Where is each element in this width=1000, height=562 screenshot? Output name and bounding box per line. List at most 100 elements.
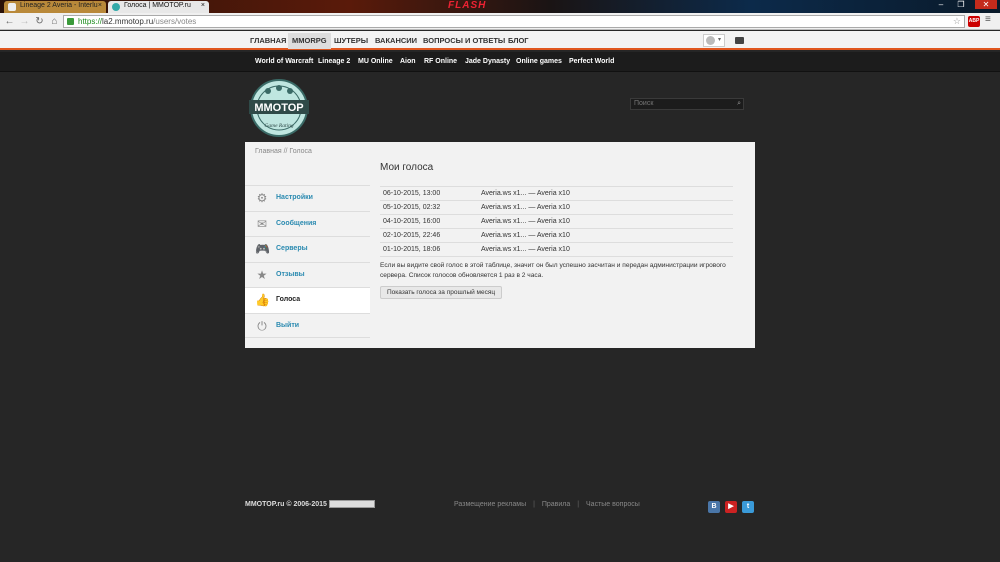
votes-note: Если вы видите свой голос в этой таблице… — [380, 262, 726, 279]
mail-icon[interactable] — [735, 37, 744, 44]
url-path: /users/votes — [153, 17, 197, 26]
subnav-lineage2[interactable]: Lineage 2 — [318, 58, 350, 65]
close-tab-icon[interactable]: × — [201, 2, 205, 9]
page-icon — [8, 3, 16, 11]
nav-blog[interactable]: БЛОГ — [508, 36, 529, 45]
vote-server[interactable]: Averia.ws x1... — Averia x10 — [478, 215, 733, 229]
nav-vacancies[interactable]: ВАКАНСИИ — [375, 36, 417, 45]
sidebar-item-reviews[interactable]: ★ Отзывы — [245, 261, 370, 288]
search-input[interactable]: Поиск ⌕ — [630, 98, 744, 110]
vote-server[interactable]: Averia.ws x1... — Averia x10 — [478, 187, 733, 201]
url-scheme: https:// — [78, 17, 103, 26]
counter-badge[interactable] — [329, 500, 375, 508]
browser-theme-banner: FLASH — [448, 0, 487, 11]
vote-server[interactable]: Averia.ws x1... — Averia x10 — [478, 243, 733, 257]
sidebar-item-label: Отзывы — [276, 270, 305, 278]
footer-separator: | — [577, 501, 580, 508]
browser-tab-mmotop[interactable]: Голоса | MMOTOP.ru × — [108, 1, 209, 13]
gamepad-icon: 🎮 — [255, 242, 270, 256]
show-previous-month-button[interactable]: Показать голоса за прошлый месяц — [380, 286, 503, 299]
games-sub-nav: World of Warcraft Lineage 2 MU Online Ai… — [0, 52, 1000, 72]
envelope-icon: ✉ — [256, 216, 268, 231]
copyright: MMOTOP.ru © 2006-2015 — [245, 501, 327, 508]
search-icon[interactable]: ⌕ — [737, 100, 741, 108]
youtube-icon[interactable]: ▶ — [725, 501, 737, 513]
twitter-icon[interactable]: t — [742, 501, 754, 513]
table-row: 05-10-2015, 02:32 Averia.ws x1... — Aver… — [380, 200, 733, 215]
home-icon[interactable]: ⌂ — [48, 15, 61, 28]
site-footer: MMOTOP.ru © 2006-2015 Размещение рекламы… — [245, 498, 755, 518]
subnav-wow[interactable]: World of Warcraft — [255, 58, 313, 65]
restore-icon[interactable]: ❐ — [953, 0, 969, 9]
subnav-aion[interactable]: Aion — [400, 58, 416, 65]
nav-shooters[interactable]: ШУТЕРЫ — [334, 36, 368, 45]
browser-tab-bar: Lineage 2 Averia - Interlu × Голоса | MM… — [0, 0, 1000, 13]
nav-faq[interactable]: ВОПРОСЫ И ОТВЕТЫ — [423, 36, 505, 45]
votes-table: 06-10-2015, 13:00 Averia.ws x1... — Aver… — [380, 186, 733, 257]
reload-icon[interactable]: ↻ — [33, 15, 46, 28]
nav-mmorpg[interactable]: MMORPG — [288, 33, 331, 49]
back-icon[interactable]: ← — [3, 15, 16, 28]
logo-title: MMOTOP — [254, 102, 303, 114]
close-window-icon[interactable]: ✕ — [975, 0, 997, 9]
chevron-down-icon: ▾ — [718, 37, 722, 43]
mmotop-favicon-icon — [112, 3, 120, 11]
table-row: 01-10-2015, 18:06 Averia.ws x1... — Aver… — [380, 242, 733, 257]
sidebar-item-logout[interactable]: ⏻ Выйти — [245, 312, 370, 338]
footer-link-ads[interactable]: Размещение рекламы — [454, 501, 526, 508]
vote-date: 01-10-2015, 18:06 — [383, 246, 441, 253]
sidebar-item-label: Настройки — [276, 194, 313, 201]
subnav-mu-online[interactable]: MU Online — [358, 58, 393, 65]
subnav-jade-dynasty[interactable]: Jade Dynasty — [465, 58, 510, 65]
vote-server[interactable]: Averia.ws x1... — Averia x10 — [478, 229, 733, 243]
account-sidebar: ⚙ Настройки ✉ Сообщения 🎮 Серверы ★ Отзы… — [245, 185, 370, 338]
sidebar-item-servers[interactable]: 🎮 Серверы — [245, 236, 370, 262]
forward-icon[interactable]: → — [18, 15, 31, 28]
star-icon: ★ — [256, 267, 268, 282]
close-tab-icon[interactable]: × — [98, 2, 102, 9]
sidebar-item-votes[interactable]: 👍 Голоса — [245, 287, 370, 313]
nav-home[interactable]: ГЛАВНАЯ — [250, 36, 286, 45]
footer-link-faq[interactable]: Частые вопросы — [586, 501, 640, 508]
gear-icon: ⚙ — [256, 191, 268, 205]
vote-date: 04-10-2015, 16:00 — [383, 218, 441, 225]
power-icon: ⏻ — [257, 318, 267, 333]
mmotop-logo[interactable]: MMOTOP Game Rating — [246, 79, 312, 137]
adblock-icon[interactable]: ABP — [968, 16, 980, 27]
table-row: 04-10-2015, 16:00 Averia.ws x1... — Aver… — [380, 214, 733, 229]
browser-menu-icon[interactable]: ≡ — [985, 14, 991, 25]
footer-links: Размещение рекламы | Правила | Частые во… — [454, 501, 640, 508]
browser-tab-lineage[interactable]: Lineage 2 Averia - Interlu × — [4, 1, 106, 13]
subnav-perfect-world[interactable]: Perfect World — [569, 58, 614, 65]
sidebar-item-label: Сообщения — [276, 219, 317, 227]
minimize-icon[interactable]: – — [933, 0, 949, 9]
url-bar[interactable]: https://la2.mmotop.ru/users/votes ☆ — [63, 15, 965, 28]
table-row: 06-10-2015, 13:00 Averia.ws x1... — Aver… — [380, 186, 733, 201]
footer-link-rules[interactable]: Правила — [542, 501, 570, 508]
vote-server[interactable]: Averia.ws x1... — Averia x10 — [478, 201, 733, 215]
sidebar-item-settings[interactable]: ⚙ Настройки — [245, 185, 370, 211]
site-top-nav: ГЛАВНАЯ MMORPG ШУТЕРЫ ВАКАНСИИ ВОПРОСЫ И… — [0, 31, 1000, 50]
table-row: 02-10-2015, 22:46 Averia.ws x1... — Aver… — [380, 228, 733, 243]
subnav-online-games[interactable]: Online games — [516, 58, 562, 65]
lock-icon — [67, 18, 74, 25]
footer-separator: | — [533, 501, 535, 508]
tab-label: Голоса | MMOTOP.ru — [124, 2, 191, 9]
breadcrumb[interactable]: Главная // Голоса — [255, 148, 312, 155]
sidebar-item-label: Выйти — [276, 321, 300, 329]
subnav-rf-online[interactable]: RF Online — [424, 58, 457, 65]
sidebar-item-label: Серверы — [276, 245, 308, 252]
vote-date: 06-10-2015, 13:00 — [383, 190, 441, 197]
user-menu-button[interactable]: ▾ — [703, 34, 725, 47]
vote-date: 05-10-2015, 02:32 — [383, 204, 441, 211]
page-title: Мои голоса — [380, 162, 434, 173]
logo-subtitle: Game Rating — [264, 123, 293, 129]
avatar — [706, 36, 715, 45]
tab-label: Lineage 2 Averia - Interlu — [20, 2, 98, 9]
sidebar-item-messages[interactable]: ✉ Сообщения — [245, 210, 370, 237]
vk-icon[interactable]: В — [708, 501, 720, 513]
search-placeholder: Поиск — [634, 100, 654, 107]
bookmark-star-icon[interactable]: ☆ — [953, 16, 961, 27]
sidebar-item-label: Голоса — [276, 296, 301, 303]
votes-content: Мои голоса 06-10-2015, 13:00 Averia.ws x… — [380, 162, 740, 299]
